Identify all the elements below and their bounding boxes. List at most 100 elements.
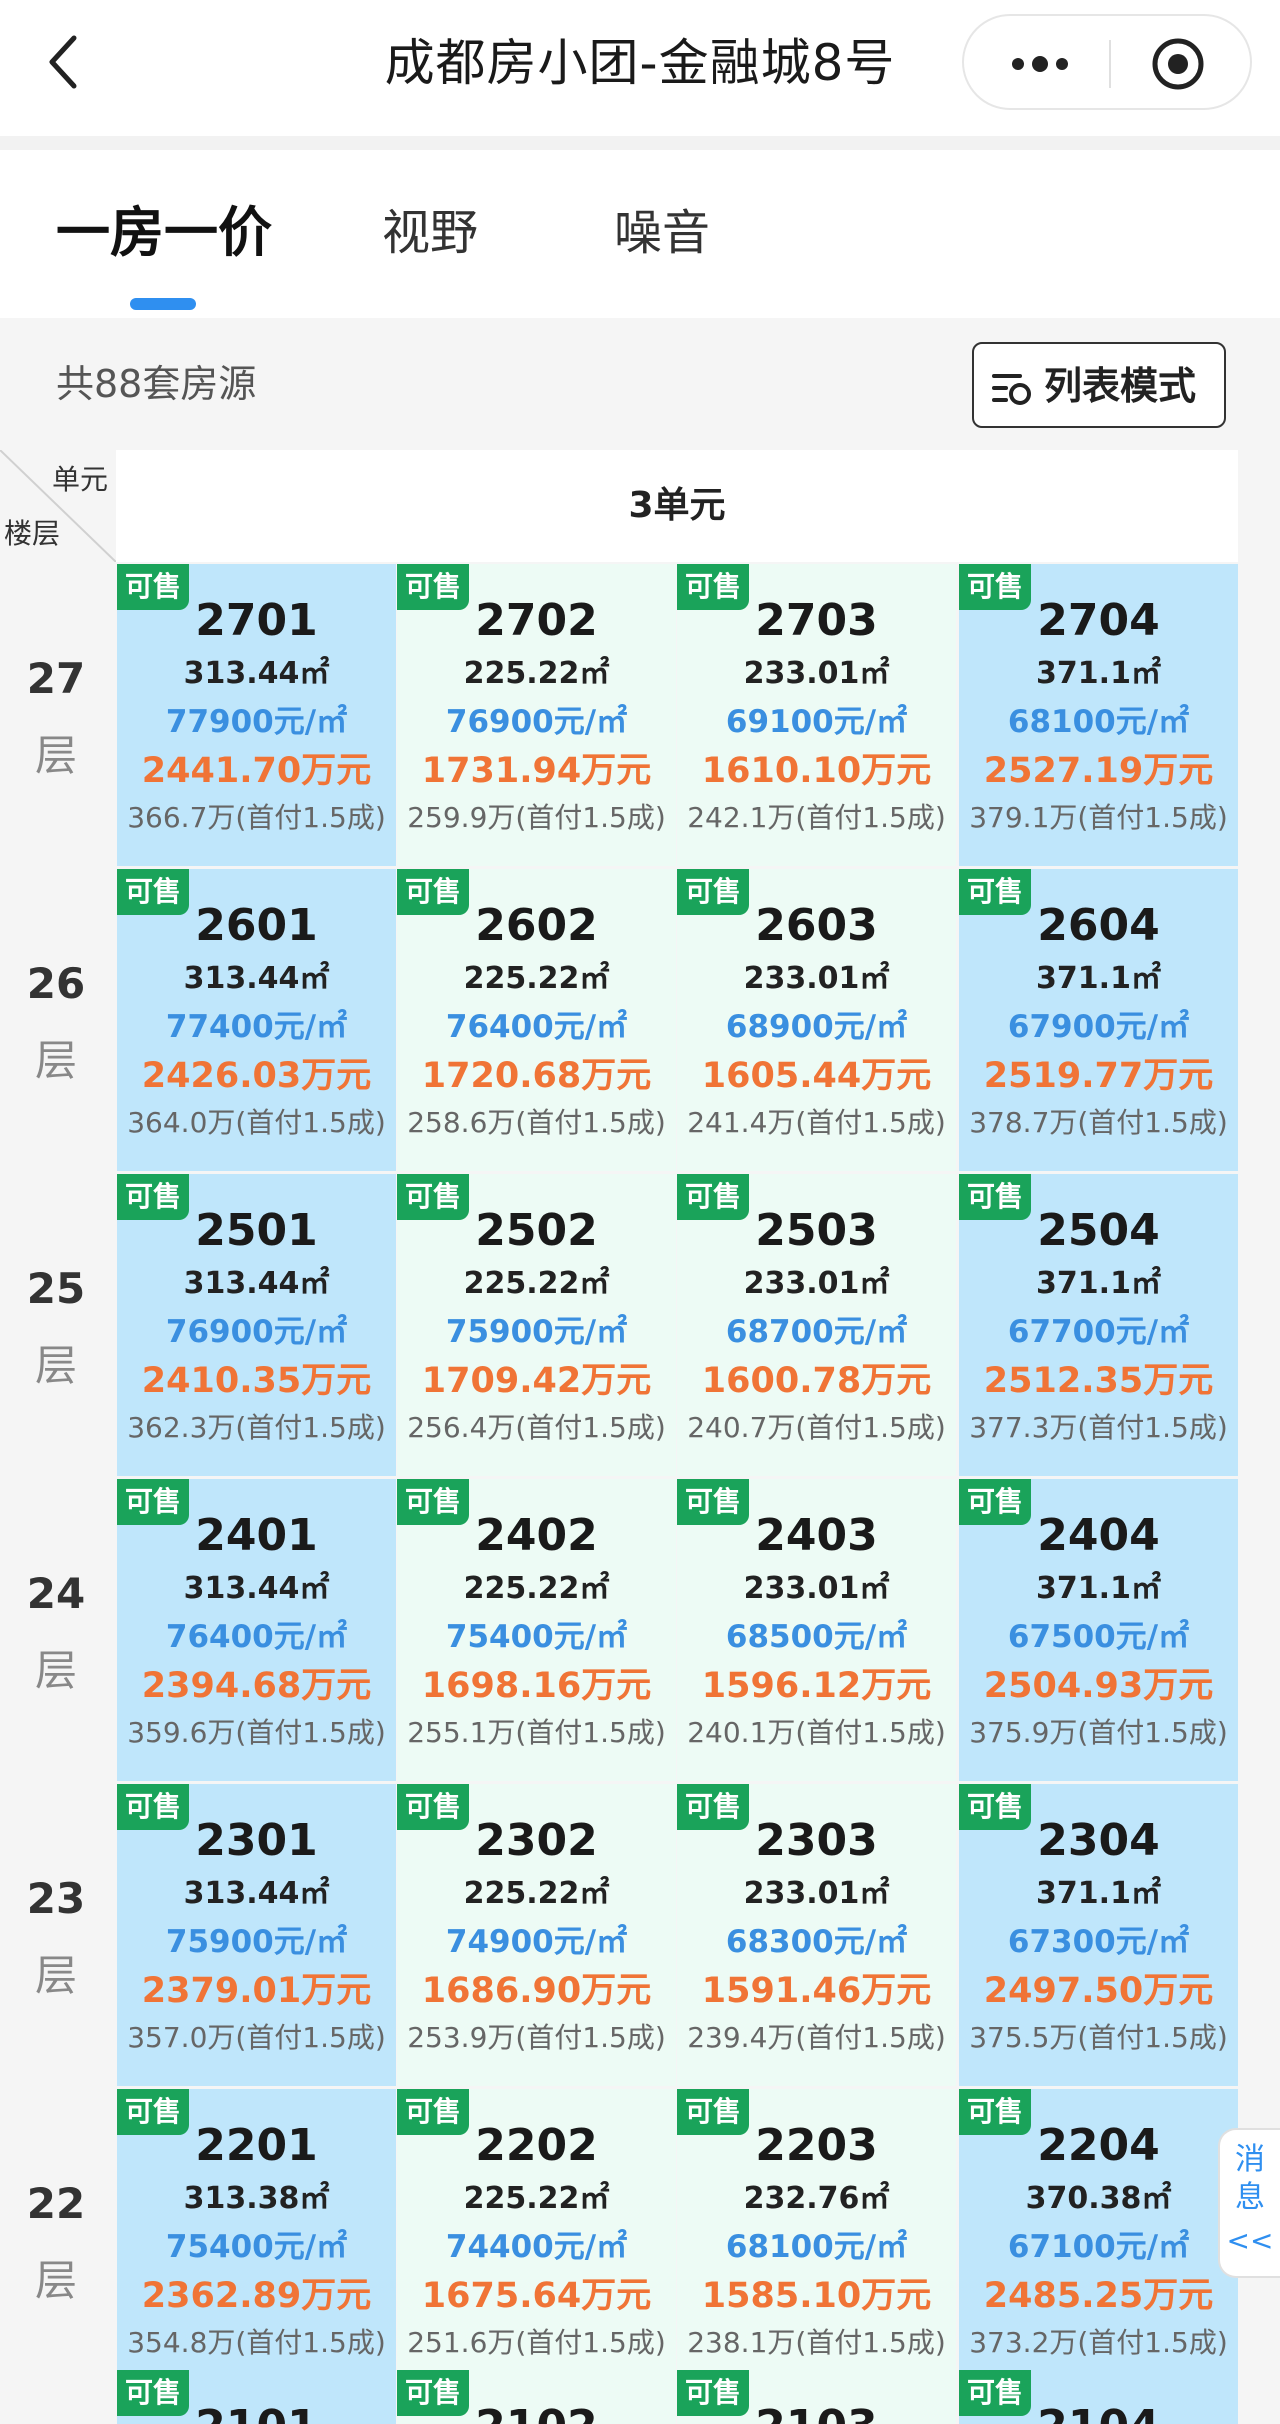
unit-cell[interactable]: 可售 2103 xyxy=(677,2370,956,2424)
unit-price: 67100元/㎡ xyxy=(1007,2229,1190,2265)
unit-cell[interactable]: 可售 2203 232.76㎡ 68100元/㎡ 1585.10万元 238.1万(首付1… xyxy=(677,2089,956,2391)
room-area: 370.38㎡ xyxy=(1025,2181,1172,2216)
floor-number: 24 xyxy=(26,1569,86,1618)
room-number: 2102 xyxy=(397,2400,676,2424)
unit-cell[interactable]: 可售 2604 371.1㎡ 67900元/㎡ 2519.77万元 378.7万(首付1.… xyxy=(959,869,1238,1171)
total-price: 2394.68万元 xyxy=(141,1666,372,1706)
nav-header: 成都房小团-金融城8号 xyxy=(0,0,1280,136)
down-payment: 240.1万(首付1.5成) xyxy=(687,1716,946,1749)
room-number: 2602 xyxy=(475,900,598,951)
room-number: 2503 xyxy=(755,1205,878,1256)
unit-price: 77400元/㎡ xyxy=(165,1009,348,1045)
down-payment: 255.1万(首付1.5成) xyxy=(407,1716,666,1749)
unit-cell[interactable]: 可售 2204 370.38㎡ 67100元/㎡ 2485.25万元 373.2万(首付1… xyxy=(959,2089,1238,2391)
tab-view[interactable]: 视野 xyxy=(382,200,478,266)
total-price: 1610.10万元 xyxy=(701,751,932,791)
room-number: 2402 xyxy=(475,1510,598,1561)
down-payment: 238.1万(首付1.5成) xyxy=(687,2326,946,2359)
floor-label: 25 层 xyxy=(0,1174,116,1476)
floor-row: 23 层可售 2301 313.44㎡ 75900元/㎡ 2379.01万元 357.0万(… xyxy=(0,1784,1280,2086)
room-number: 2304 xyxy=(1037,1815,1160,1866)
unit-cell[interactable]: 可售 2102 xyxy=(397,2370,676,2424)
unit-price: 75400元/㎡ xyxy=(445,1619,628,1655)
room-area: 371.1㎡ xyxy=(1036,1266,1161,1301)
unit-cell[interactable]: 可售 2501 313.44㎡ 76900元/㎡ 2410.35万元 362.3万(首付1… xyxy=(117,1174,396,1476)
total-price: 1585.10万元 xyxy=(701,2276,932,2316)
unit-price: 76400元/㎡ xyxy=(165,1619,348,1655)
unit-cell[interactable]: 可售 2603 233.01㎡ 68900元/㎡ 1605.44万元 241.4万(首付1… xyxy=(677,869,956,1171)
floor-row: 26 层可售 2601 313.44㎡ 77400元/㎡ 2426.03万元 364.0万(… xyxy=(0,869,1280,1171)
room-area: 225.22㎡ xyxy=(463,1876,610,1911)
total-price: 2362.89万元 xyxy=(141,2276,372,2316)
room-area: 371.1㎡ xyxy=(1036,1571,1161,1606)
room-area: 233.01㎡ xyxy=(743,961,890,996)
room-number: 2303 xyxy=(755,1815,878,1866)
tab-noise[interactable]: 噪音 xyxy=(614,200,710,266)
unit-cell[interactable]: 可售 2701 313.44㎡ 77900元/㎡ 2441.70万元 366.7万(首付1… xyxy=(117,564,396,866)
unit-price: 76900元/㎡ xyxy=(165,1314,348,1350)
unit-price: 68300元/㎡ xyxy=(725,1924,908,1960)
target-close-icon[interactable] xyxy=(1148,34,1208,94)
unit-cell[interactable]: 可售 2201 313.38㎡ 75400元/㎡ 2362.89万元 354.8万(首付1… xyxy=(117,2089,396,2391)
room-number: 2401 xyxy=(195,1510,318,1561)
unit-cell[interactable]: 可售 2402 225.22㎡ 75400元/㎡ 1698.16万元 255.1万(首付1… xyxy=(397,1479,676,1781)
more-dots-icon[interactable] xyxy=(1000,36,1080,92)
floor-label: 22 层 xyxy=(0,2089,116,2391)
unit-cell[interactable]: 可售 2303 233.01㎡ 68300元/㎡ 1591.46万元 239.4万(首付1… xyxy=(677,1784,956,2086)
message-float-button[interactable]: 消 息 << xyxy=(1218,2128,1280,2278)
room-number: 2103 xyxy=(677,2400,956,2424)
unit-cell[interactable]: 可售 2703 233.01㎡ 69100元/㎡ 1610.10万元 242.1万(首付1… xyxy=(677,564,956,866)
unit-price: 69100元/㎡ xyxy=(725,704,908,740)
floor-number: 23 xyxy=(26,1874,86,1923)
room-number: 2302 xyxy=(475,1815,598,1866)
down-payment: 364.0万(首付1.5成) xyxy=(127,1106,386,1139)
floor-suffix: 层 xyxy=(34,1341,77,1390)
down-payment: 377.3万(首付1.5成) xyxy=(969,1411,1228,1444)
unit-price: 76400元/㎡ xyxy=(445,1009,628,1045)
down-payment: 240.7万(首付1.5成) xyxy=(687,1411,946,1444)
unit-cell[interactable]: 可售 2101 xyxy=(117,2370,396,2424)
total-price: 1686.90万元 xyxy=(421,1971,652,2011)
tab-active-indicator xyxy=(130,298,196,310)
unit-cell[interactable]: 可售 2401 313.44㎡ 76400元/㎡ 2394.68万元 359.6万(首付1… xyxy=(117,1479,396,1781)
unit-cell[interactable]: 可售 2304 371.1㎡ 67300元/㎡ 2497.50万元 375.5万(首付1.… xyxy=(959,1784,1238,2086)
floor-number: 22 xyxy=(26,2179,86,2228)
unit-cell[interactable]: 可售 2602 225.22㎡ 76400元/㎡ 1720.68万元 258.6万(首付1… xyxy=(397,869,676,1171)
unit-cell[interactable]: 可售 2404 371.1㎡ 67500元/㎡ 2504.93万元 375.9万(首付1.… xyxy=(959,1479,1238,1781)
list-mode-button[interactable]: 列表模式 xyxy=(972,342,1226,428)
unit-cell[interactable]: 可售 2302 225.22㎡ 74900元/㎡ 1686.90万元 253.9万(首付1… xyxy=(397,1784,676,2086)
unit-price: 68100元/㎡ xyxy=(725,2229,908,2265)
room-number: 2202 xyxy=(475,2120,598,2171)
unit-price-grid: 单元 楼层 3单元 27 层可售 2701 313.44㎡ 77900元/㎡ 2441.7… xyxy=(0,450,1280,2424)
room-number: 2101 xyxy=(117,2400,396,2424)
total-price: 1591.46万元 xyxy=(701,1971,932,2011)
unit-cell[interactable]: 可售 2702 225.22㎡ 76900元/㎡ 1731.94万元 259.9万(首付1… xyxy=(397,564,676,866)
room-number: 2603 xyxy=(755,900,878,951)
unit-cell[interactable]: 可售 2202 225.22㎡ 74400元/㎡ 1675.64万元 251.6万(首付1… xyxy=(397,2089,676,2391)
tab-price-per-unit[interactable]: 一房一价 xyxy=(56,200,272,266)
unit-cell[interactable]: 可售 2502 225.22㎡ 75900元/㎡ 1709.42万元 256.4万(首付1… xyxy=(397,1174,676,1476)
unit-cell[interactable]: 可售 2104 xyxy=(959,2370,1238,2424)
down-payment: 373.2万(首付1.5成) xyxy=(969,2326,1228,2359)
unit-cell[interactable]: 可售 2504 371.1㎡ 67700元/㎡ 2512.35万元 377.3万(首付1.… xyxy=(959,1174,1238,1476)
header-gap xyxy=(0,136,1280,150)
room-number: 2404 xyxy=(1037,1510,1160,1561)
partial-floor-row: 可售 2101 可售 2102 可售 2103 可售 2104 xyxy=(0,2370,1280,2424)
total-price: 2512.35万元 xyxy=(983,1361,1214,1401)
unit-cell[interactable]: 可售 2503 233.01㎡ 68700元/㎡ 1600.78万元 240.7万(首付1… xyxy=(677,1174,956,1476)
unit-cell[interactable]: 可售 2403 233.01㎡ 68500元/㎡ 1596.12万元 240.1万(首付1… xyxy=(677,1479,956,1781)
total-price: 1596.12万元 xyxy=(701,1666,932,1706)
unit-price: 68900元/㎡ xyxy=(725,1009,908,1045)
floor-number: 26 xyxy=(26,959,86,1008)
room-number: 2702 xyxy=(475,595,598,646)
unit-cell[interactable]: 可售 2301 313.44㎡ 75900元/㎡ 2379.01万元 357.0万(首付1… xyxy=(117,1784,396,2086)
listing-toolbar: 共88套房源 列表模式 xyxy=(0,318,1280,450)
room-area: 225.22㎡ xyxy=(463,961,610,996)
unit-price: 75900元/㎡ xyxy=(165,1924,348,1960)
unit-cell[interactable]: 可售 2601 313.44㎡ 77400元/㎡ 2426.03万元 364.0万(首付1… xyxy=(117,869,396,1171)
unit-cell[interactable]: 可售 2704 371.1㎡ 68100元/㎡ 2527.19万元 379.1万(首付1.… xyxy=(959,564,1238,866)
room-area: 313.38㎡ xyxy=(183,2181,330,2216)
floor-row: 22 层可售 2201 313.38㎡ 75400元/㎡ 2362.89万元 354.8万(… xyxy=(0,2089,1280,2391)
room-area: 225.22㎡ xyxy=(463,2181,610,2216)
corner-floor-label: 楼层 xyxy=(4,517,61,550)
